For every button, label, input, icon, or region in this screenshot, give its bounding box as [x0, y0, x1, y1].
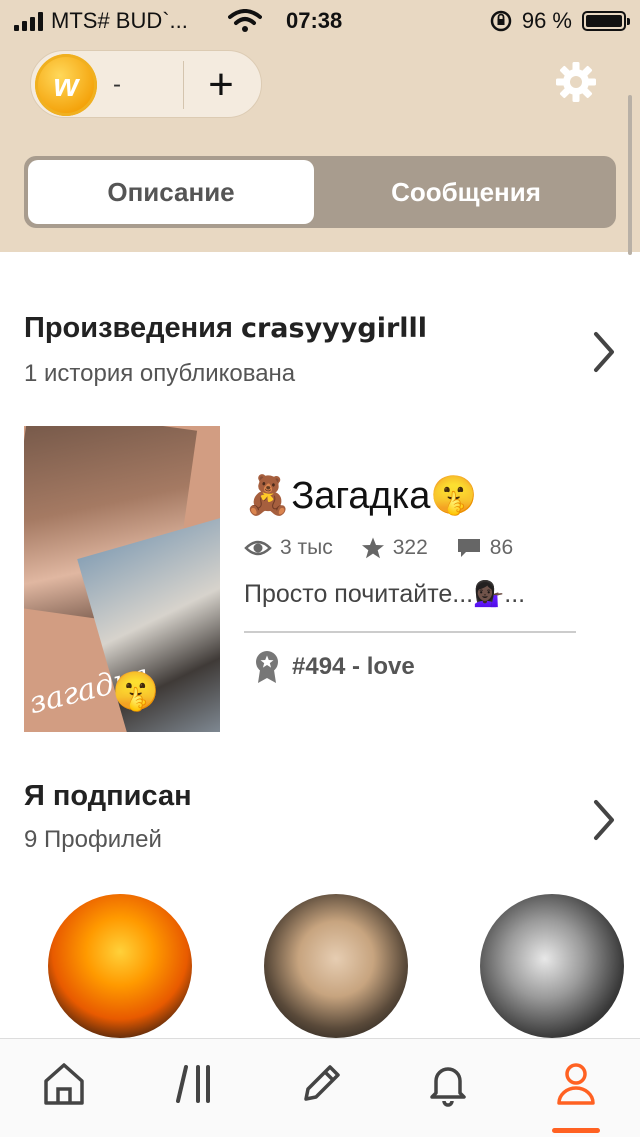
- avatar[interactable]: [48, 894, 192, 1038]
- nav-profile[interactable]: [546, 1061, 606, 1117]
- nav-write[interactable]: [290, 1061, 350, 1117]
- profile-header: w - + Описание Сообщения: [0, 44, 640, 252]
- tag-rank-label: #494 - love: [292, 653, 415, 680]
- comment-icon: [457, 539, 480, 557]
- story-description: Просто почитайте...💁🏿‍♀️...: [244, 580, 526, 608]
- battery-icon: [582, 11, 630, 31]
- battery-label: 96 %: [521, 8, 572, 33]
- story-tag-rank[interactable]: #494 - love: [254, 650, 415, 684]
- following-section-title[interactable]: Я подписан: [24, 780, 192, 813]
- following-count: 9 Профилей: [24, 826, 162, 853]
- coin-icon: w: [35, 54, 97, 116]
- divider: [183, 61, 184, 109]
- profile-tabs: Описание Сообщения: [24, 156, 616, 228]
- chevron-right-icon[interactable]: [590, 330, 618, 374]
- bell-icon: [430, 1067, 466, 1107]
- cover-emoji: 🤫: [112, 671, 160, 713]
- carrier-label: MTS# BUD`...: [51, 8, 188, 33]
- works-count: 1 история опубликована: [24, 360, 296, 387]
- active-tab-indicator: [552, 1128, 600, 1133]
- avatar[interactable]: [264, 894, 408, 1038]
- avatar[interactable]: [480, 894, 624, 1038]
- home-icon: [44, 1063, 84, 1105]
- star-icon: [361, 537, 384, 559]
- settings-gear-icon[interactable]: [554, 60, 598, 104]
- works-title-label: Произведения: [24, 312, 233, 344]
- clock: 07:38: [286, 8, 343, 33]
- works-username: crasyyygirlll: [240, 313, 428, 344]
- coin-count: -: [113, 71, 121, 98]
- add-coins-button[interactable]: +: [191, 55, 251, 115]
- chevron-right-icon[interactable]: [590, 798, 618, 842]
- tab-description[interactable]: Описание: [28, 160, 314, 224]
- wifi-icon: [227, 9, 262, 32]
- story-stats: 3 тыс 322 86: [244, 536, 541, 560]
- library-icon: [176, 1065, 210, 1103]
- comments-count: 86: [489, 536, 514, 559]
- nav-library[interactable]: [164, 1061, 224, 1117]
- coins-widget: w - +: [30, 50, 262, 118]
- votes-count: 322: [392, 536, 428, 559]
- profile-icon: [557, 1063, 595, 1105]
- ribbon-badge-icon: [256, 651, 278, 683]
- nav-notifications[interactable]: [418, 1061, 478, 1117]
- story-title[interactable]: 🧸Загадка🤫: [244, 474, 478, 518]
- divider: [244, 631, 576, 633]
- reads-count: 3 тыс: [280, 536, 333, 559]
- rotation-lock-icon: [490, 10, 512, 32]
- works-section-title[interactable]: Произведения crasyyygirlll: [24, 312, 427, 345]
- following-avatars: [0, 894, 640, 1038]
- status-bar: MTS# BUD`... 07:38 96 %: [0, 0, 640, 44]
- story-cover[interactable]: загадка 🤫: [24, 426, 220, 732]
- tab-messages[interactable]: Сообщения: [320, 160, 612, 224]
- scroll-indicator: [628, 95, 632, 255]
- signal-icon: [14, 11, 43, 31]
- nav-home[interactable]: [34, 1061, 94, 1117]
- bottom-navigation: [0, 1038, 640, 1137]
- eye-icon: [244, 540, 272, 556]
- pencil-icon: [304, 1065, 340, 1101]
